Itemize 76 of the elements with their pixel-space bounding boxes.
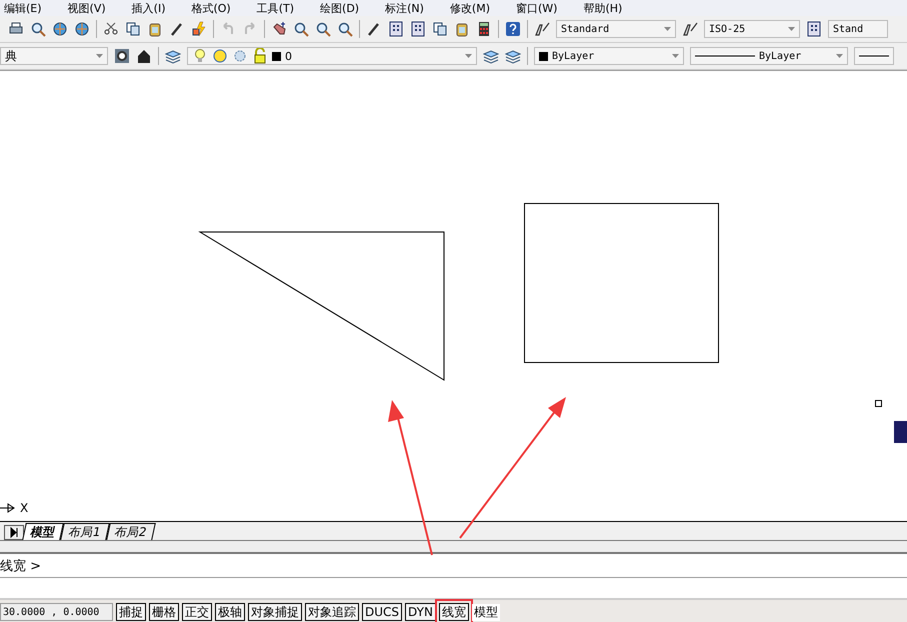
model-space-button[interactable]: 模型 <box>472 604 500 620</box>
menu-item[interactable]: 格式(O) <box>191 0 231 16</box>
coordinates-display: 30.0000 , 0.0000 <box>0 603 113 621</box>
globe-icon[interactable] <box>74 21 90 37</box>
color-dropdown[interactable]: ByLayer <box>534 47 684 65</box>
globe-icon[interactable] <box>52 21 68 37</box>
grid-icon[interactable] <box>388 21 404 37</box>
status-toggle-button[interactable]: 极轴 <box>215 603 245 621</box>
markup-icon[interactable] <box>454 21 470 37</box>
command-line-text: 线宽 > <box>0 558 42 574</box>
dimension-style-dropdown[interactable]: ISO-25 <box>704 20 800 38</box>
line-sample-icon <box>695 54 755 58</box>
table-style-dropdown[interactable]: Stand <box>828 20 888 38</box>
status-toggle-button[interactable]: 正交 <box>182 603 212 621</box>
cursor-pickbox <box>875 400 882 407</box>
line-sample-icon <box>859 54 889 58</box>
status-toggle-button[interactable]: 对象捕捉 <box>248 603 302 621</box>
caret-icon <box>664 27 671 31</box>
lineweight-dropdown[interactable] <box>854 47 894 65</box>
sun-icon[interactable] <box>212 48 228 64</box>
hand-icon[interactable] <box>271 21 287 37</box>
status-toggle-button[interactable]: 捕捉 <box>116 603 146 621</box>
layout-tab[interactable]: 布局2 <box>106 523 156 540</box>
menu-item[interactable]: 插入(I) <box>132 0 166 16</box>
layers-icon[interactable] <box>483 48 499 64</box>
bulb-icon[interactable] <box>192 48 208 64</box>
table-style-icon[interactable] <box>806 21 822 37</box>
menu-item[interactable]: 绘图(D) <box>320 0 360 16</box>
menu-item[interactable]: 视图(V) <box>68 0 106 16</box>
preview-icon[interactable] <box>30 21 46 37</box>
menu-item[interactable]: 帮助(H) <box>583 0 622 16</box>
menu-item[interactable]: 修改(M) <box>450 0 490 16</box>
snowflake-icon[interactable] <box>232 48 248 64</box>
layout-tab[interactable]: 布局1 <box>60 523 110 540</box>
caret-icon <box>788 27 795 31</box>
text-style-dropdown[interactable]: Standard <box>556 20 676 38</box>
layers-icon[interactable] <box>505 48 521 64</box>
caret-icon <box>672 54 679 58</box>
menu-item[interactable]: 标注(N) <box>385 0 424 16</box>
status-toggle-button[interactable]: 对象追踪 <box>305 603 359 621</box>
layout-tab[interactable]: 模型 <box>22 523 64 540</box>
grid-icon[interactable] <box>410 21 426 37</box>
cut-icon[interactable] <box>103 21 119 37</box>
menu-item[interactable]: 窗口(W) <box>516 0 558 16</box>
calculator-icon[interactable] <box>476 21 492 37</box>
sheet-icon[interactable] <box>432 21 448 37</box>
caret-icon <box>96 54 103 58</box>
status-toggle-button[interactable]: DUCS <box>362 603 402 621</box>
zoom-icon[interactable] <box>315 21 331 37</box>
layer-dropdown[interactable]: 0 <box>187 47 477 65</box>
paste-icon[interactable] <box>147 21 163 37</box>
lock-icon[interactable] <box>252 48 268 64</box>
caret-icon <box>836 54 843 58</box>
swatch-icon <box>272 52 281 60</box>
layers-icon[interactable] <box>165 48 181 64</box>
dimension-style-icon[interactable] <box>682 21 698 37</box>
tab-scroll-button[interactable] <box>4 525 24 540</box>
lightning-icon[interactable] <box>191 21 207 37</box>
layer-name: 0 <box>285 50 292 62</box>
zoom-icon[interactable] <box>337 21 353 37</box>
menu-item[interactable]: 工具(T) <box>256 0 294 16</box>
zoom-icon[interactable] <box>293 21 309 37</box>
status-toggle-button[interactable]: DYN <box>405 603 436 621</box>
help-icon[interactable] <box>505 21 521 37</box>
house-icon[interactable] <box>136 48 152 64</box>
axis-label: X <box>20 501 28 515</box>
copy-icon[interactable] <box>125 21 141 37</box>
status-toggle-button[interactable]: 栅格 <box>149 603 179 621</box>
command-input-field[interactable] <box>0 578 907 600</box>
caret-icon <box>465 54 472 58</box>
gear-icon[interactable] <box>114 48 130 64</box>
linetype-dropdown[interactable]: ByLayer <box>690 47 848 65</box>
text-style-icon[interactable] <box>534 21 550 37</box>
workspace-dropdown[interactable]: 典 <box>0 47 108 65</box>
menu-item[interactable]: 编辑(E) <box>4 0 42 16</box>
ucs-icon <box>0 503 16 513</box>
